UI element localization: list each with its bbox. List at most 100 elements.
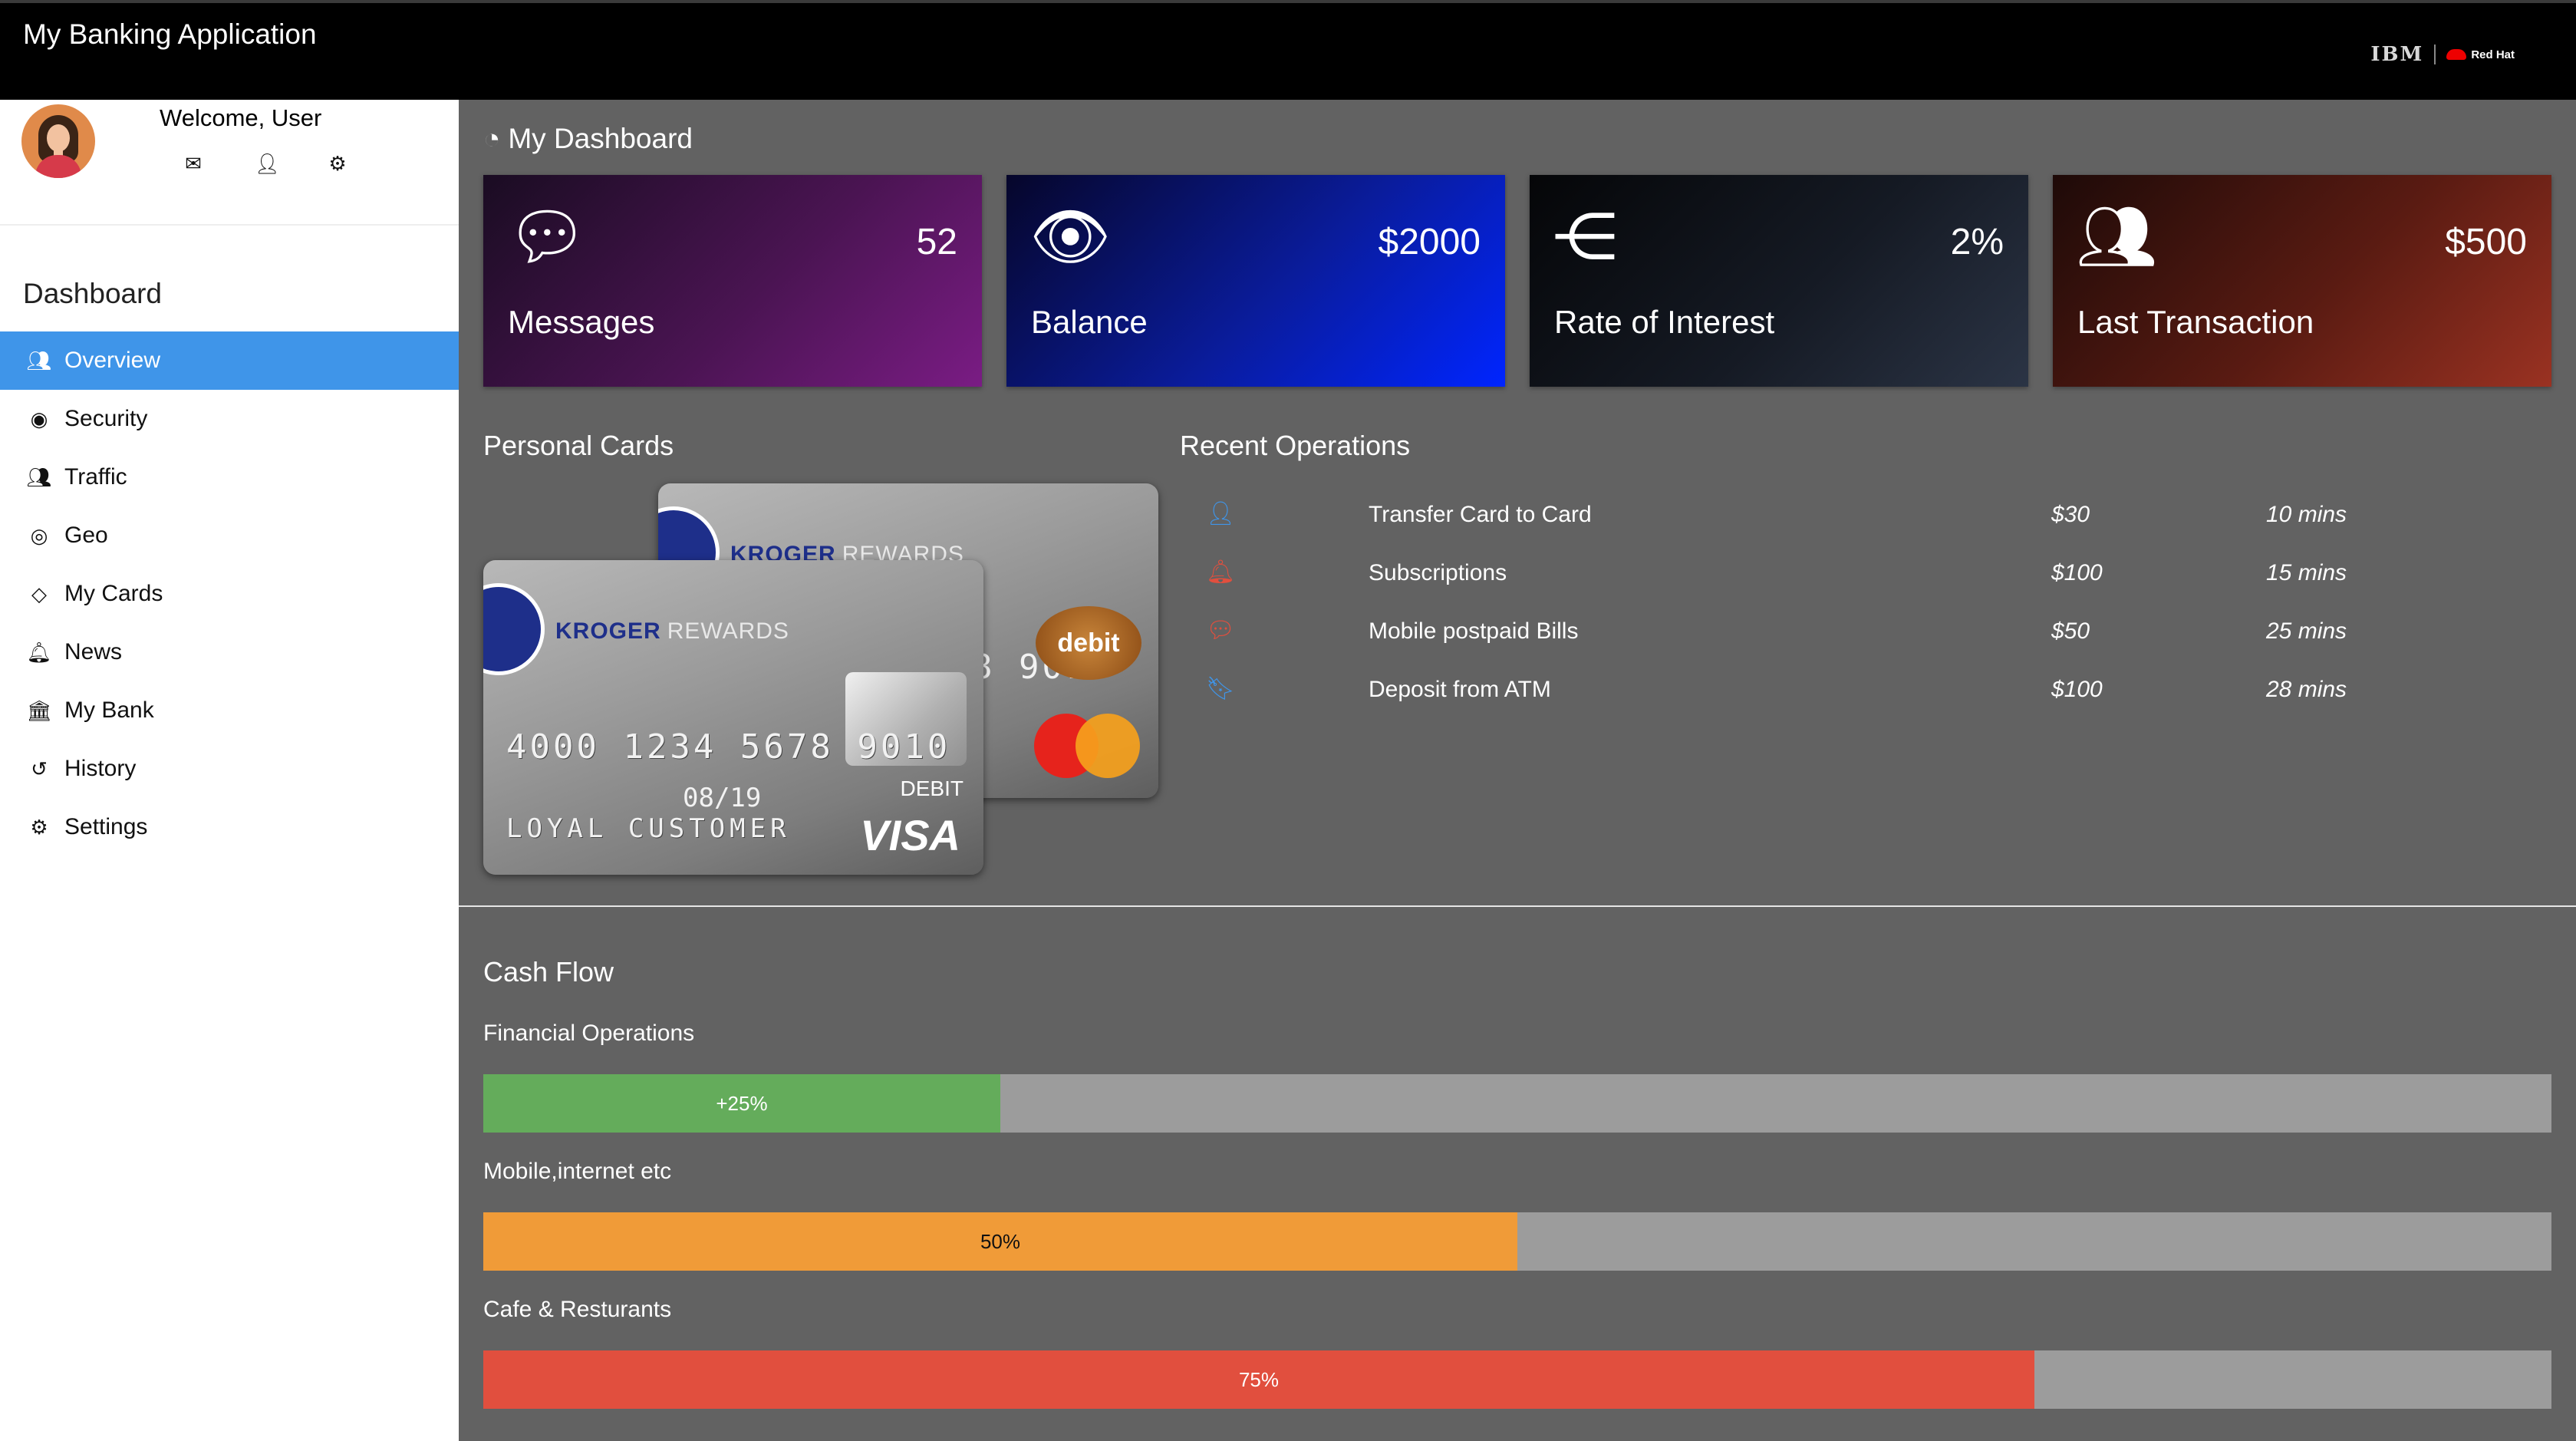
tile-messages[interactable]: 💬︎ 52 Messages [483, 175, 982, 387]
history-icon: ↺ [31, 757, 48, 780]
sidebar-item-traffic[interactable]: 👥︎ Traffic [0, 448, 459, 506]
tile-value: $2000 [1378, 222, 1481, 262]
operation-amount: $30 [2051, 502, 2090, 527]
envelope-icon[interactable]: ✉ [183, 152, 204, 176]
top-bar: My Banking Application IBM Red Hat [0, 0, 2576, 100]
target-icon: ◎ [30, 523, 48, 547]
operation-amount: $100 [2051, 560, 2103, 585]
sidebar-item-label: News [64, 639, 123, 664]
bank-icon: 🏛︎ [26, 698, 52, 722]
bar-label: Mobile,internet etc [483, 1159, 672, 1184]
progress-bar-financial-operations: +25% [483, 1074, 2551, 1133]
sidebar-item-geo[interactable]: ◎ Geo [0, 506, 459, 565]
sidebar-item-my-cards[interactable]: ◇ My Cards [0, 565, 459, 623]
operation-time: 15 mins [2266, 560, 2347, 585]
user-icon[interactable]: 👤︎ [255, 152, 280, 176]
tile-value: 2% [1950, 222, 2004, 262]
sidebar-item-label: Traffic [64, 464, 127, 490]
operation-name: Transfer Card to Card [1369, 502, 1592, 527]
mastercard-logo-right [1076, 714, 1140, 778]
share-icon: ⋲ [1553, 200, 1617, 272]
operation-amount: $100 [2051, 677, 2103, 702]
visa-logo: VISA [860, 811, 960, 859]
brand-divider [2434, 45, 2436, 64]
debit-badge: debit [1036, 606, 1141, 680]
tile-label: Balance [1031, 304, 1148, 340]
eye-icon: 👁︎ [1029, 200, 1112, 272]
bell-icon: 🔔︎ [1206, 559, 1236, 585]
list-item[interactable]: 👤︎ Transfer Card to Card $30 10 mins [1180, 490, 2561, 548]
sidebar-item-news[interactable]: 🔔︎ News [0, 623, 459, 681]
page-title: ◔ My Dashboard [483, 123, 693, 155]
tile-label: Rate of Interest [1554, 304, 1775, 340]
bell-icon: 🔔︎ [26, 640, 52, 664]
card-logo-circle [483, 583, 545, 675]
tile-label: Last Transaction [2077, 304, 2314, 340]
operation-name: Mobile postpaid Bills [1369, 618, 1579, 644]
tile-label: Messages [508, 304, 655, 340]
sidebar-item-label: My Bank [64, 697, 154, 723]
user-actions: ✉ 👤︎ ⚙ [183, 152, 348, 176]
chat-icon: 💬︎ [1206, 618, 1236, 643]
tile-value: $500 [2445, 222, 2527, 262]
sidebar-item-security[interactable]: ◉ Security [0, 390, 459, 448]
recent-operations-list: 👤︎ Transfer Card to Card $30 10 mins 🔔︎ … [1180, 490, 2561, 723]
card-type: DEBIT [900, 777, 964, 800]
sidebar-item-label: Security [64, 406, 148, 431]
progress-fill: 75% [483, 1350, 2034, 1409]
card-number: 4000 1234 5678 9010 [506, 727, 951, 767]
redhat-logo: Red Hat [2446, 48, 2515, 61]
sidebar-item-overview[interactable]: 👥︎ Overview [0, 331, 459, 390]
sidebar-item-label: History [64, 756, 137, 781]
tile-value: 52 [916, 222, 957, 262]
sidebar-item-history[interactable]: ↺ History [0, 740, 459, 798]
personal-cards-title: Personal Cards [483, 430, 674, 461]
sidebar-item-label: Geo [64, 523, 108, 548]
avatar[interactable] [21, 104, 95, 178]
operation-time: 28 mins [2266, 677, 2347, 702]
section-divider [459, 905, 2576, 907]
sidebar-item-label: Settings [64, 814, 148, 839]
sidebar-item-settings[interactable]: ⚙ Settings [0, 798, 459, 856]
progress-bar-mobile-internet: 50% [483, 1212, 2551, 1271]
sidebar-item-my-bank[interactable]: 🏛︎ My Bank [0, 681, 459, 740]
sidebar-item-label: Overview [64, 348, 161, 373]
users-icon: 👥︎ [26, 348, 52, 372]
page-title-text: My Dashboard [508, 123, 693, 154]
progress-bar-cafe-restaurants: 75% [483, 1350, 2551, 1409]
gear-icon: ⚙ [30, 815, 48, 839]
card-front[interactable]: KROGER REWARDS 4000 1234 5678 9010 08/19 … [483, 560, 983, 875]
sidebar-heading: Dashboard [23, 278, 163, 309]
sidebar-item-label: My Cards [64, 581, 163, 606]
tile-last-transaction[interactable]: 👥︎ $500 Last Transaction [2053, 175, 2551, 387]
sidebar: Welcome, User ✉ 👤︎ ⚙ Dashboard 👥︎ Overvi… [0, 100, 459, 1441]
users-icon: 👥︎ [2076, 200, 2158, 272]
redhat-logo-text: Red Hat [2471, 48, 2515, 61]
progress-fill: +25% [483, 1074, 1000, 1133]
main-content: ◔ My Dashboard 💬︎ 52 Messages 👁︎ $2000 B… [459, 100, 2576, 1441]
tile-balance[interactable]: 👁︎ $2000 Balance [1006, 175, 1505, 387]
users-icon: 👥︎ [26, 465, 52, 489]
tile-rate-of-interest[interactable]: ⋲ 2% Rate of Interest [1530, 175, 2028, 387]
dashboard-icon: ◔ [483, 123, 501, 154]
bookmark-icon: 🔖︎ [1206, 676, 1236, 701]
cash-flow-title: Cash Flow [483, 956, 614, 988]
bar-label: Cafe & Resturants [483, 1297, 672, 1322]
list-item[interactable]: 🔔︎ Subscriptions $100 15 mins [1180, 548, 2561, 606]
gear-icon[interactable]: ⚙ [327, 152, 348, 176]
card-valid-thru: 08/19 [683, 783, 762, 813]
sidebar-nav: 👥︎ Overview ◉ Security 👥︎ Traffic ◎ Geo … [0, 331, 459, 856]
app-title: My Banking Application [23, 18, 317, 50]
personal-cards: KROGER REWARDS 8 9010 debit KROGER REWARDS… [483, 483, 1158, 882]
card-holder: LOYAL CUSTOMER [506, 813, 791, 844]
operation-amount: $50 [2051, 618, 2090, 644]
user-panel: Welcome, User ✉ 👤︎ ⚙ [0, 100, 459, 226]
operation-time: 25 mins [2266, 618, 2347, 644]
operation-name: Deposit from ATM [1369, 677, 1551, 702]
ibm-logo: IBM [2370, 43, 2424, 66]
bar-label: Financial Operations [483, 1021, 695, 1046]
recent-operations-title: Recent Operations [1180, 430, 1411, 461]
brand-logos: IBM Red Hat [2370, 43, 2515, 66]
list-item[interactable]: 🔖︎ Deposit from ATM $100 28 mins [1180, 664, 2561, 723]
list-item[interactable]: 💬︎ Mobile postpaid Bills $50 25 mins [1180, 606, 2561, 664]
